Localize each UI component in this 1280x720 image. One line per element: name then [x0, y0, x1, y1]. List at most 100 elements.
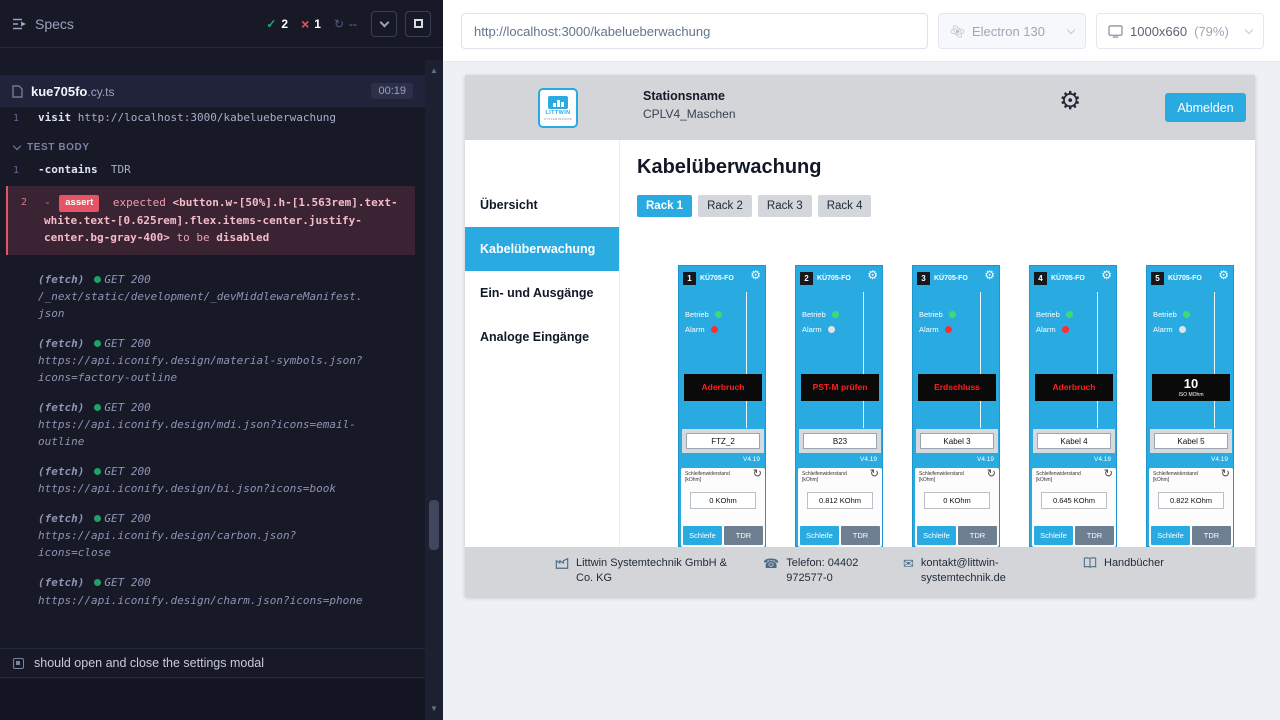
firmware-version: V4.19: [977, 456, 994, 463]
sidebar-nav-item[interactable]: Kabelüberwachung: [465, 227, 619, 271]
success-dot-icon: [94, 404, 101, 411]
gear-icon[interactable]: ⚙: [750, 269, 761, 281]
device-model: KÜ705-FO: [700, 275, 734, 282]
spec-file-bar[interactable]: kue705fo.cy.ts 00:19: [0, 75, 425, 107]
schleife-button[interactable]: Schleife: [1151, 526, 1190, 545]
stop-tests-button[interactable]: [405, 11, 431, 37]
fetch-label: (fetch): [38, 510, 84, 527]
nav-label: Übersicht: [480, 198, 538, 212]
resistance-label: Schleifenwiderstand [kOhm]: [685, 471, 747, 484]
schleife-button[interactable]: Schleife: [683, 526, 722, 545]
next-test-row[interactable]: should open and close the settings modal: [0, 648, 425, 678]
scrollbar-thumb[interactable]: [429, 500, 439, 550]
scroll-up-arrow-icon[interactable]: ▲: [425, 63, 443, 79]
device-number-badge: 4: [1034, 272, 1047, 285]
fetch-log-entry[interactable]: (fetch) GET 200 https://api.iconify.desi…: [0, 463, 425, 497]
device-card: 3 KÜ705-FO ⚙ Betrieb Alarm: [912, 265, 1000, 547]
viewport-zoom: (79%): [1194, 24, 1229, 39]
gear-icon[interactable]: ⚙: [984, 269, 995, 281]
browser-select[interactable]: Electron 130: [938, 13, 1086, 49]
refresh-measurement-icon[interactable]: ↻: [870, 469, 879, 480]
rack-tab[interactable]: Rack 1: [637, 195, 692, 217]
schleife-button[interactable]: Schleife: [800, 526, 839, 545]
alarm-row: Alarm: [1153, 325, 1186, 334]
test-stats: ✓2 ×1 ↻--: [266, 16, 357, 32]
cable-name: FTZ_2: [686, 433, 760, 449]
alarm-label: Alarm: [685, 325, 705, 334]
footer-email: ✉ kontakt@littwin-systemtechnik.de: [903, 556, 1025, 586]
fetch-head: (fetch) GET 200: [38, 463, 417, 480]
reporter-scrollbar[interactable]: ▲ ▼: [425, 60, 443, 720]
command-name: visit: [38, 111, 71, 124]
scroll-down-arrow-icon[interactable]: ▼: [425, 701, 443, 717]
viewport-select[interactable]: 1000x660 (79%): [1096, 13, 1264, 49]
success-dot-icon: [94, 579, 101, 586]
footer-manuals-link[interactable]: Handbücher: [1083, 556, 1223, 571]
command-log: 1 visit http://localhost:3000/kabelueber…: [0, 107, 425, 622]
gear-icon[interactable]: ⚙: [1218, 269, 1229, 281]
rack-tab[interactable]: Rack 4: [818, 195, 872, 217]
resistance-label: Schleifenwiderstand [kOhm]: [1036, 471, 1098, 484]
refresh-measurement-icon[interactable]: ↻: [1104, 469, 1113, 480]
logout-button[interactable]: Abmelden: [1165, 93, 1246, 122]
tdr-button[interactable]: TDR: [1192, 526, 1231, 545]
settings-gear-icon[interactable]: ⚙: [1059, 89, 1081, 114]
pending-count: --: [349, 17, 357, 31]
failed-assert-command[interactable]: 2 - assert expected <button.w-[50%].h-[1…: [6, 186, 415, 255]
rack-tab[interactable]: Rack 3: [758, 195, 812, 217]
schleife-button[interactable]: Schleife: [917, 526, 956, 545]
sidebar-nav-item[interactable]: Ein- und Ausgänge: [465, 271, 619, 315]
gear-icon[interactable]: ⚙: [867, 269, 878, 281]
fetch-url: /_next/static/development/_devMiddleware…: [38, 288, 368, 322]
betrieb-row: Betrieb: [1036, 310, 1073, 319]
rack-tab-label: Rack 4: [827, 200, 863, 212]
tdr-button[interactable]: TDR: [841, 526, 880, 545]
tdr-button[interactable]: TDR: [1075, 526, 1114, 545]
schleife-button[interactable]: Schleife: [1034, 526, 1073, 545]
tdr-button[interactable]: TDR: [958, 526, 997, 545]
betrieb-row: Betrieb: [685, 310, 722, 319]
sidebar-nav-item[interactable]: Analoge Eingänge: [465, 315, 619, 359]
contains-command-row[interactable]: 1 -contains TDR: [0, 159, 425, 182]
alarm-row: Alarm: [1036, 325, 1069, 334]
fetch-label: (fetch): [38, 463, 84, 480]
fetch-log-entry[interactable]: (fetch) GET 200 https://api.iconify.desi…: [0, 399, 425, 450]
specs-menu-button[interactable]: Specs: [12, 16, 74, 32]
fetch-log-entry[interactable]: (fetch) GET 200 https://api.iconify.desi…: [0, 574, 425, 608]
fetch-log-entry[interactable]: (fetch) GET 200 https://api.iconify.desi…: [0, 510, 425, 561]
cable-name-band: Kabel 5: [1150, 429, 1232, 453]
alarm-led: [711, 326, 718, 333]
success-dot-icon: [94, 468, 101, 475]
device-card: 2 KÜ705-FO ⚙ Betrieb Alarm: [795, 265, 883, 547]
alarm-row: Alarm: [685, 325, 718, 334]
device-number-badge: 5: [1151, 272, 1164, 285]
status-text: Erdschluss: [934, 383, 980, 393]
fetch-status: GET 200: [104, 463, 150, 480]
collapse-all-button[interactable]: [371, 11, 397, 37]
resistance-value: 0 KOhm: [690, 492, 756, 509]
visit-command-row[interactable]: 1 visit http://localhost:3000/kabelueber…: [0, 107, 425, 130]
refresh-measurement-icon[interactable]: ↻: [753, 469, 762, 480]
rack-tab-label: Rack 2: [707, 200, 743, 212]
sidebar-nav-item[interactable]: Übersicht: [465, 183, 619, 227]
url-input[interactable]: [461, 13, 928, 49]
fetch-log-entry[interactable]: (fetch) GET 200 https://api.iconify.desi…: [0, 335, 425, 386]
resistance-value: 0 KOhm: [924, 492, 990, 509]
refresh-measurement-icon[interactable]: ↻: [1221, 469, 1230, 480]
fetch-label: (fetch): [38, 335, 84, 352]
rack-tab[interactable]: Rack 2: [698, 195, 752, 217]
station-name: CPLV4_Maschen: [643, 107, 736, 121]
firmware-version: V4.19: [1094, 456, 1111, 463]
card-buttons: Schleife TDR: [1151, 526, 1231, 545]
refresh-measurement-icon[interactable]: ↻: [987, 469, 996, 480]
section-label: TEST BODY: [27, 142, 90, 153]
card-buttons: Schleife TDR: [800, 526, 880, 545]
fetch-log-entry[interactable]: (fetch) GET 200 /_next/static/developmen…: [0, 271, 425, 322]
tdr-button[interactable]: TDR: [724, 526, 763, 545]
assert-badge: assert: [59, 195, 99, 212]
gear-icon[interactable]: ⚙: [1101, 269, 1112, 281]
spec-duration-badge: 00:19: [371, 83, 413, 99]
test-body-section-header[interactable]: TEST BODY: [0, 130, 425, 159]
divider: [746, 292, 747, 428]
fetch-label: (fetch): [38, 574, 84, 591]
